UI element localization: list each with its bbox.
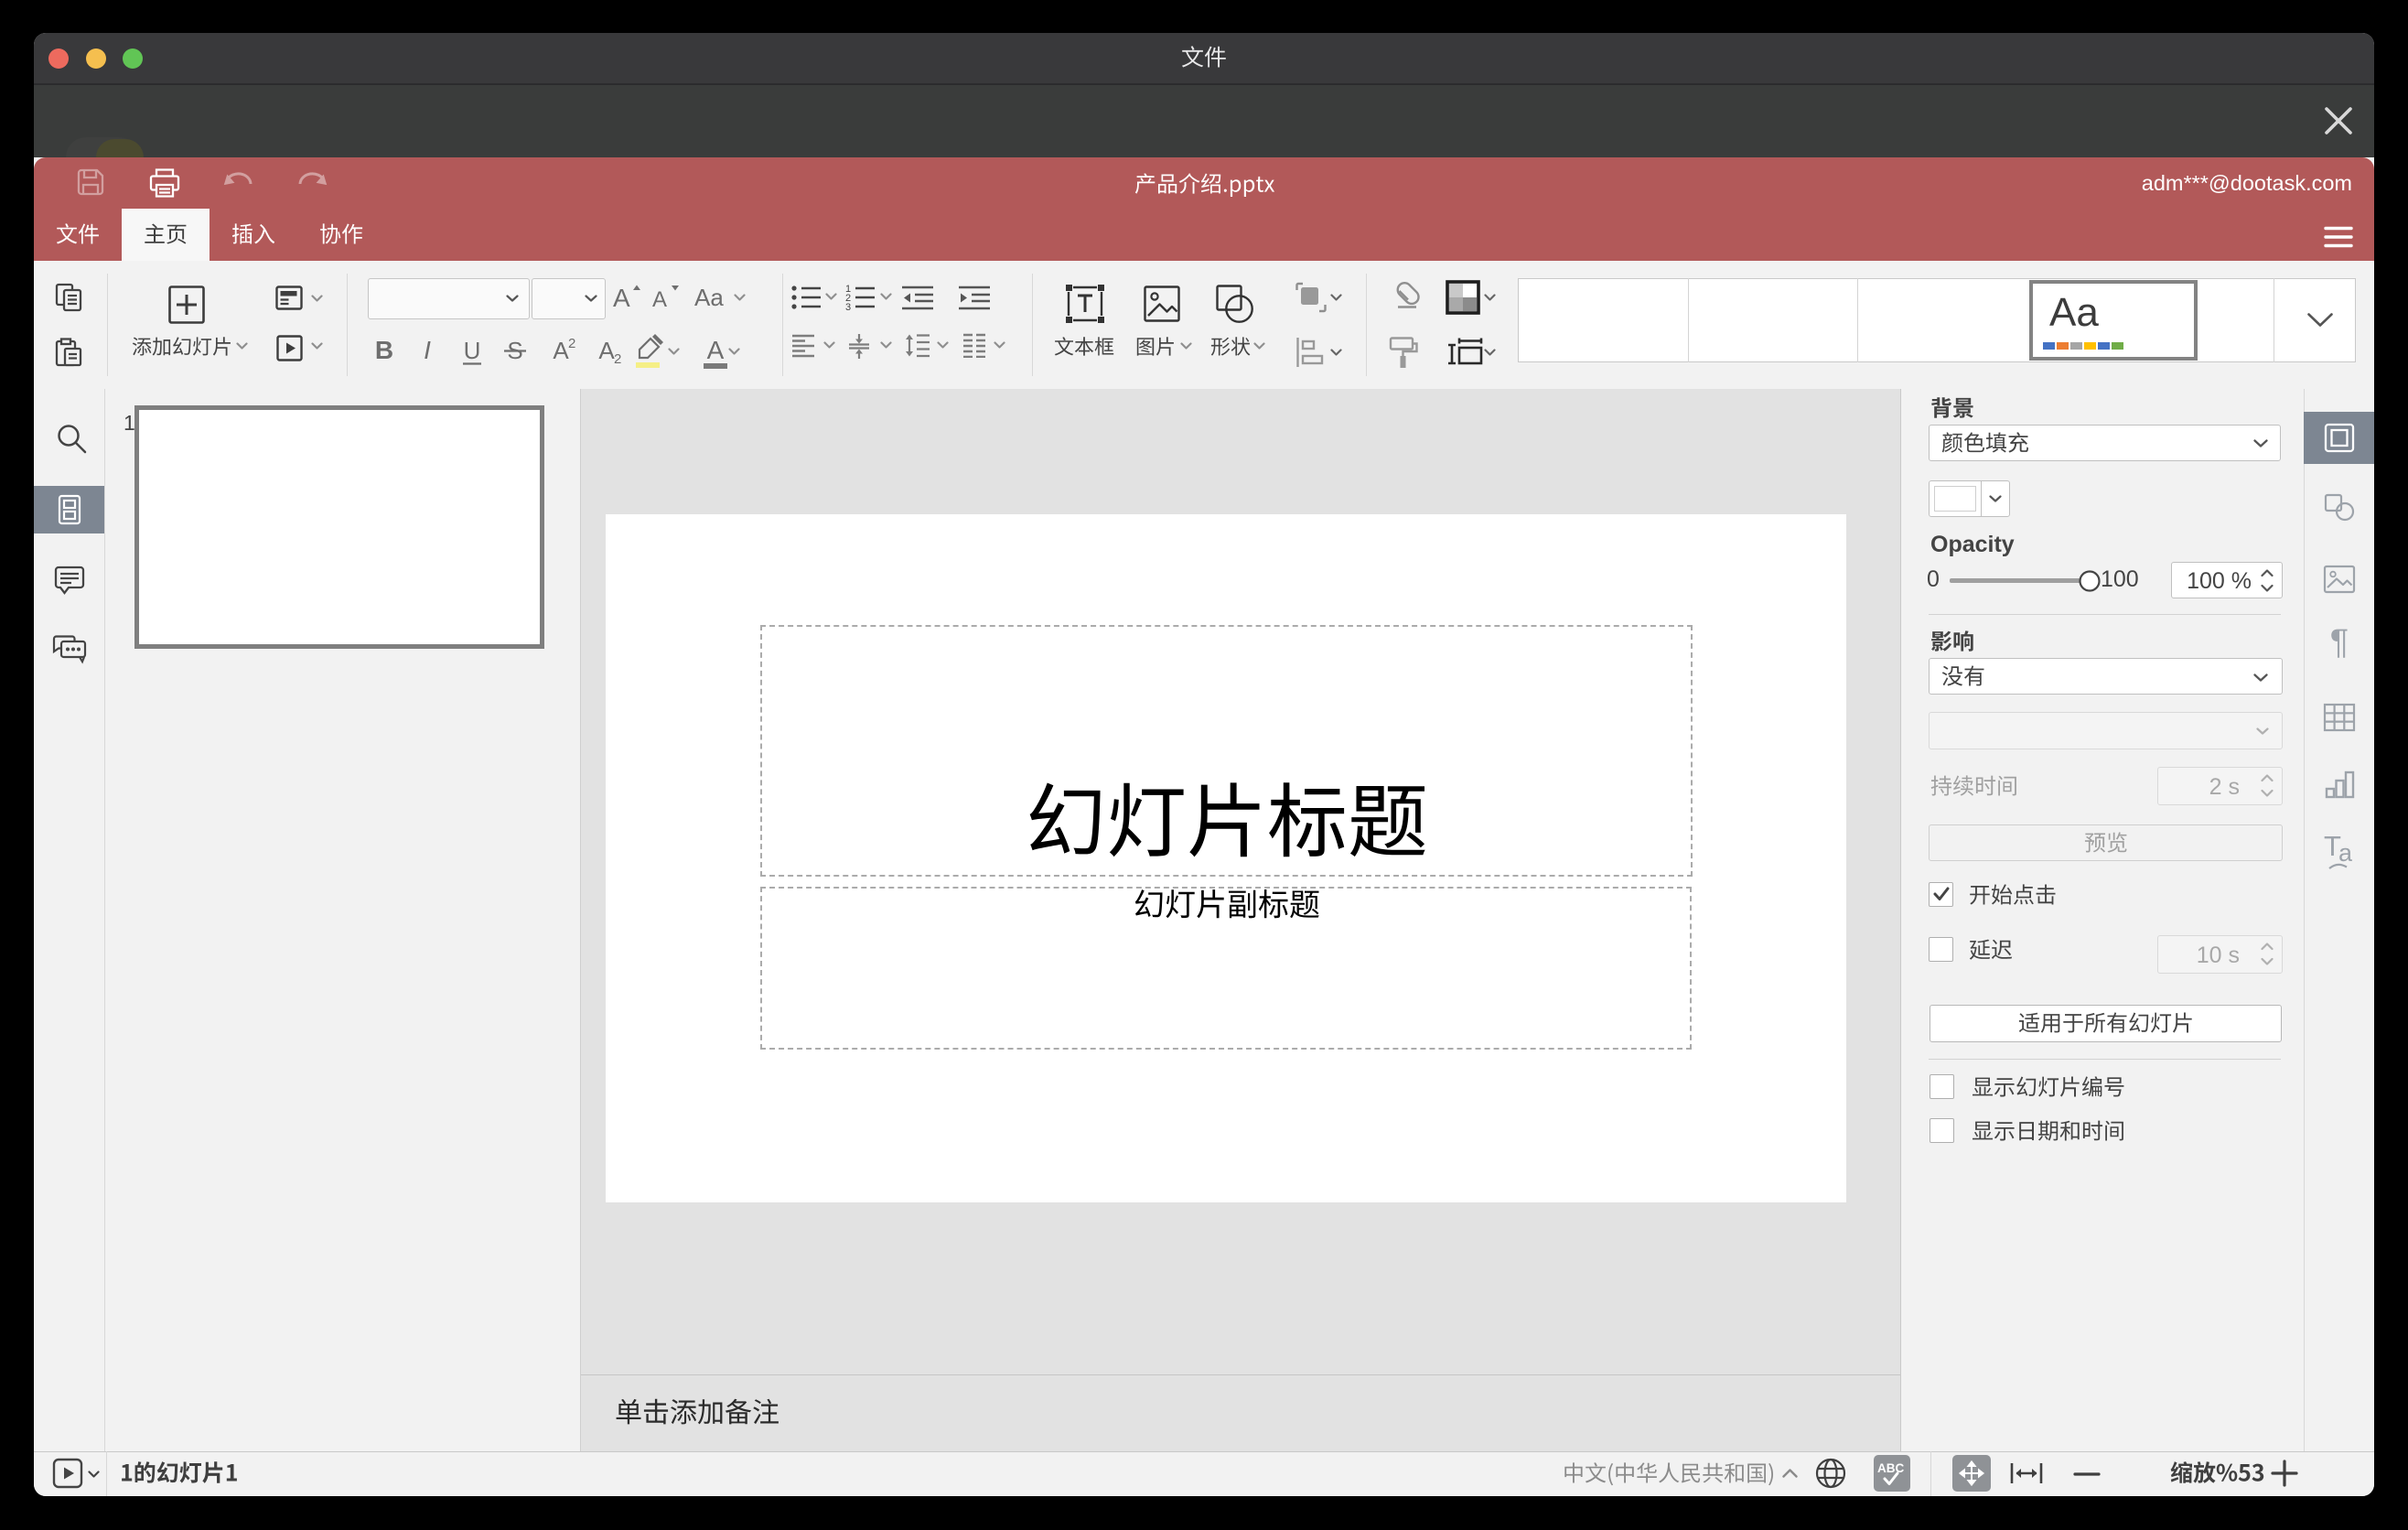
svg-text:A: A [613,284,630,312]
svg-text:ABC: ABC [1877,1461,1904,1475]
svg-text:a: a [2338,839,2353,867]
svg-text:¶: ¶ [2330,626,2349,659]
svg-text:2: 2 [568,336,575,351]
svg-text:B: B [375,336,393,364]
svg-text:I: I [424,336,431,364]
svg-text:A: A [598,337,615,364]
svg-text:Aa: Aa [2049,291,2099,333]
svg-text:U: U [464,337,481,364]
svg-text:A: A [652,287,667,312]
svg-text:3: 3 [845,302,851,311]
svg-text:2: 2 [614,351,621,367]
svg-text:A: A [553,337,569,364]
svg-text:Aa: Aa [694,284,724,311]
svg-text:A: A [707,336,725,364]
